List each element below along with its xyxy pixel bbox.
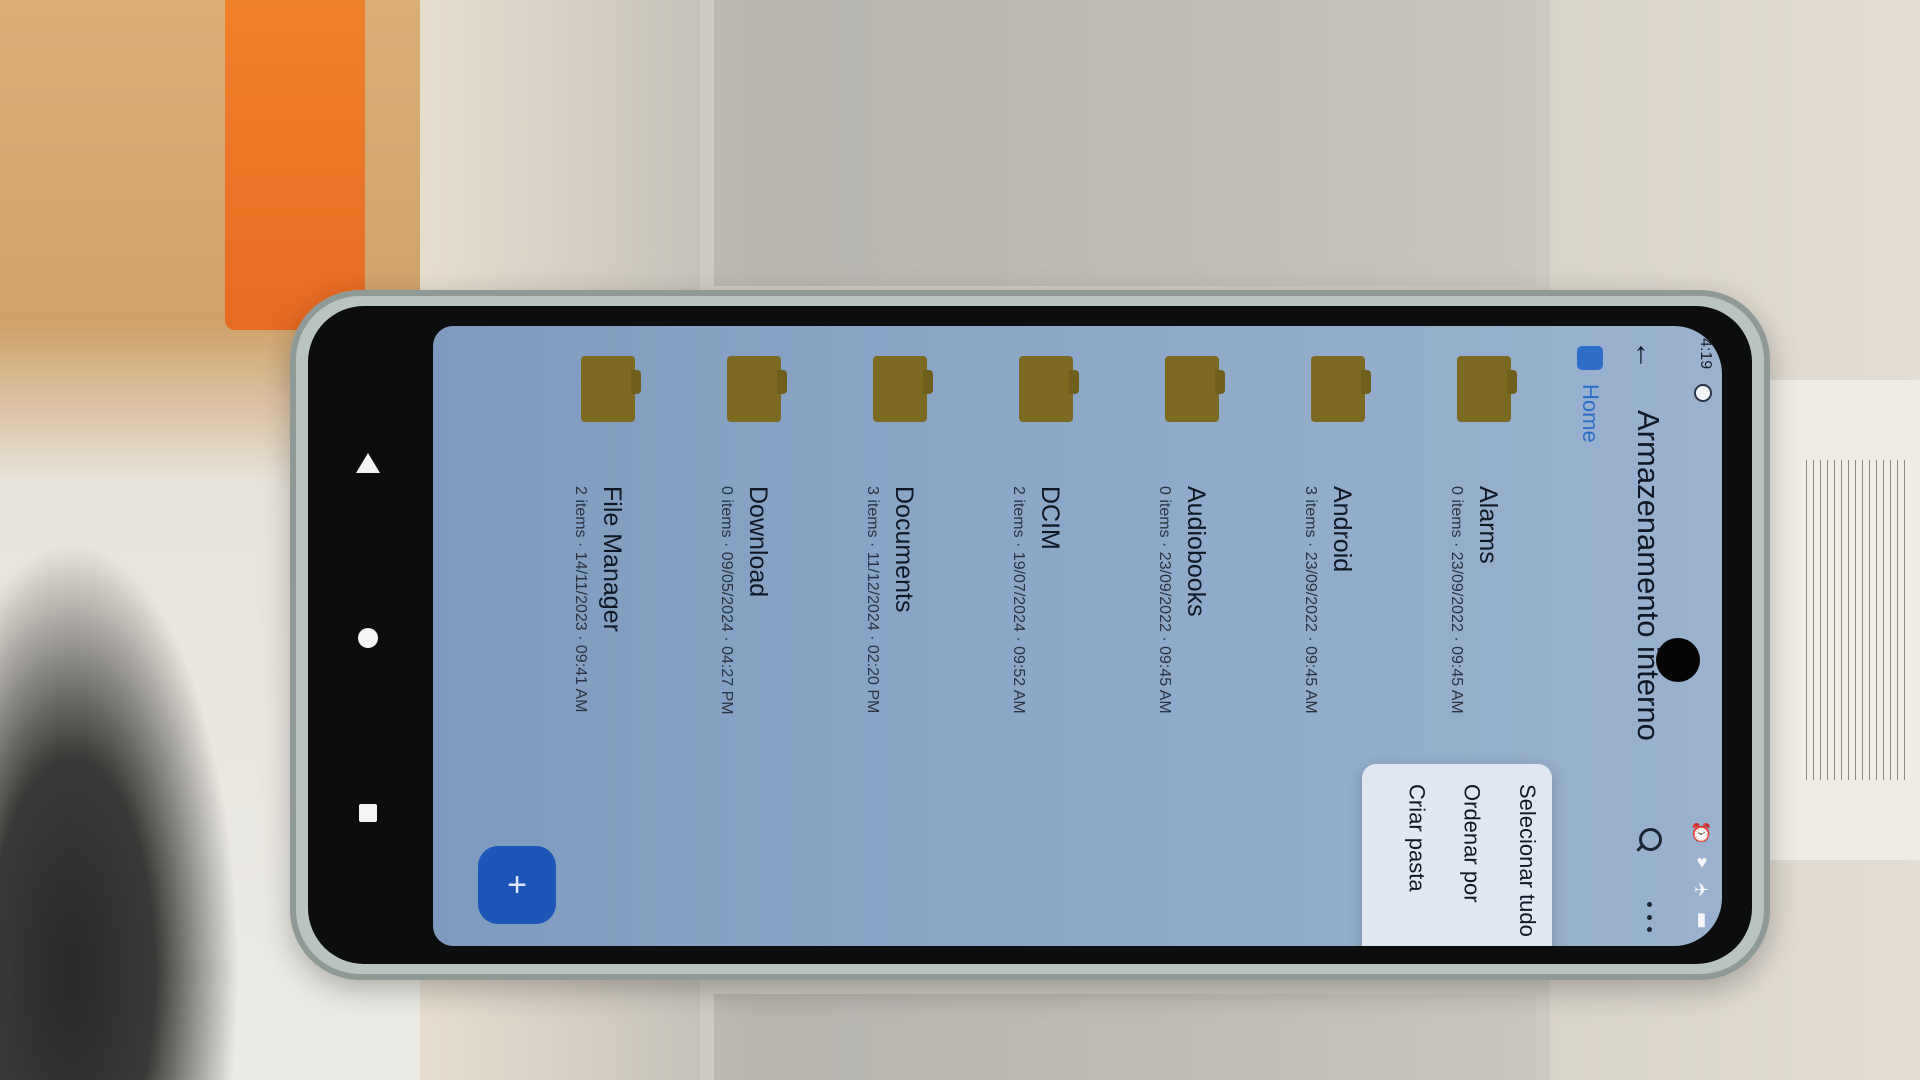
page-title: Armazenamento interno [1631,410,1666,741]
status-icons: ⏰♥✈▮ [1692,822,1712,938]
folder-meta: 2 items · 14/11/2023 · 09:41 AM [572,486,589,713]
folder-meta: 0 items · 09/05/2024 · 04:27 PM [718,486,735,715]
folder-icon [1019,356,1079,422]
menu-item-sort-by[interactable]: Ordenar por [1429,778,1485,946]
folder-icon [1311,356,1371,422]
menu-item-select-all[interactable]: Selecionar tudo [1485,778,1540,946]
storage-icon [1577,346,1603,370]
folder-icon [727,356,787,422]
nav-back-button[interactable] [351,446,385,480]
folder-name: Documents [890,486,918,613]
folder-meta: 0 items · 23/09/2022 · 09:45 AM [1156,486,1173,714]
navigation-bar [308,306,428,964]
background-cable [0,540,240,1080]
folder-icon [1165,356,1225,422]
status-time: 4:19 [1697,338,1714,370]
more-options-icon[interactable] [1642,902,1656,932]
nav-home-button[interactable] [351,621,385,655]
folder-name: DCIM [1036,486,1064,550]
folder-meta: 3 items · 23/09/2022 · 09:45 AM [1302,486,1319,714]
folder-icon [873,356,933,422]
add-button[interactable]: + [478,846,556,924]
search-icon[interactable] [1634,826,1664,856]
background-orange-object [225,0,365,330]
notification-icon [1694,384,1712,402]
folder-name: Alarms [1474,486,1502,564]
breadcrumb[interactable]: Home [1568,346,1612,443]
list-item[interactable]: File Manager 2 items · 14/11/2023 · 09:4… [535,356,681,836]
nav-recents-button[interactable] [351,796,385,830]
list-item[interactable]: Documents 3 items · 11/12/2024 · 02:20 P… [827,356,973,836]
list-item[interactable]: Audiobooks 0 items · 23/09/2022 · 09:45 … [1119,356,1265,836]
menu-item-create-folder[interactable]: Criar pasta [1374,778,1429,946]
folder-name: File Manager [598,486,626,632]
folder-name: Download [744,486,772,598]
list-item[interactable]: Download 0 items · 09/05/2024 · 04:27 PM [681,356,827,836]
background-shelf-bottom [700,980,1550,1080]
folder-icon [1457,356,1517,422]
status-bar: 4:19 ⏰♥✈▮ [1684,326,1722,946]
back-arrow-icon[interactable]: ← [1628,340,1662,370]
background-shelf-top [700,0,1550,300]
folder-meta: 3 items · 11/12/2024 · 02:20 PM [864,486,881,714]
folder-name: Audiobooks [1182,486,1210,617]
folder-icon [581,356,641,422]
folder-meta: 0 items · 23/09/2022 · 09:45 AM [1448,486,1465,714]
phone: 4:19 ⏰♥✈▮ ← Armazenamento interno Home A… [290,290,1770,980]
folder-meta: 2 items · 19/07/2024 · 09:52 AM [1010,486,1027,714]
phone-bezel: 4:19 ⏰♥✈▮ ← Armazenamento interno Home A… [308,306,1752,964]
folder-name: Android [1328,486,1356,573]
app-bar: ← Armazenamento interno [1614,326,1684,946]
overflow-menu: Selecionar tudo Ordenar por Criar pasta [1362,764,1552,946]
screen: 4:19 ⏰♥✈▮ ← Armazenamento interno Home A… [433,326,1722,946]
breadcrumb-label: Home [1578,384,1603,443]
mount-label [1800,460,1910,780]
list-item[interactable]: DCIM 2 items · 19/07/2024 · 09:52 AM [973,356,1119,836]
